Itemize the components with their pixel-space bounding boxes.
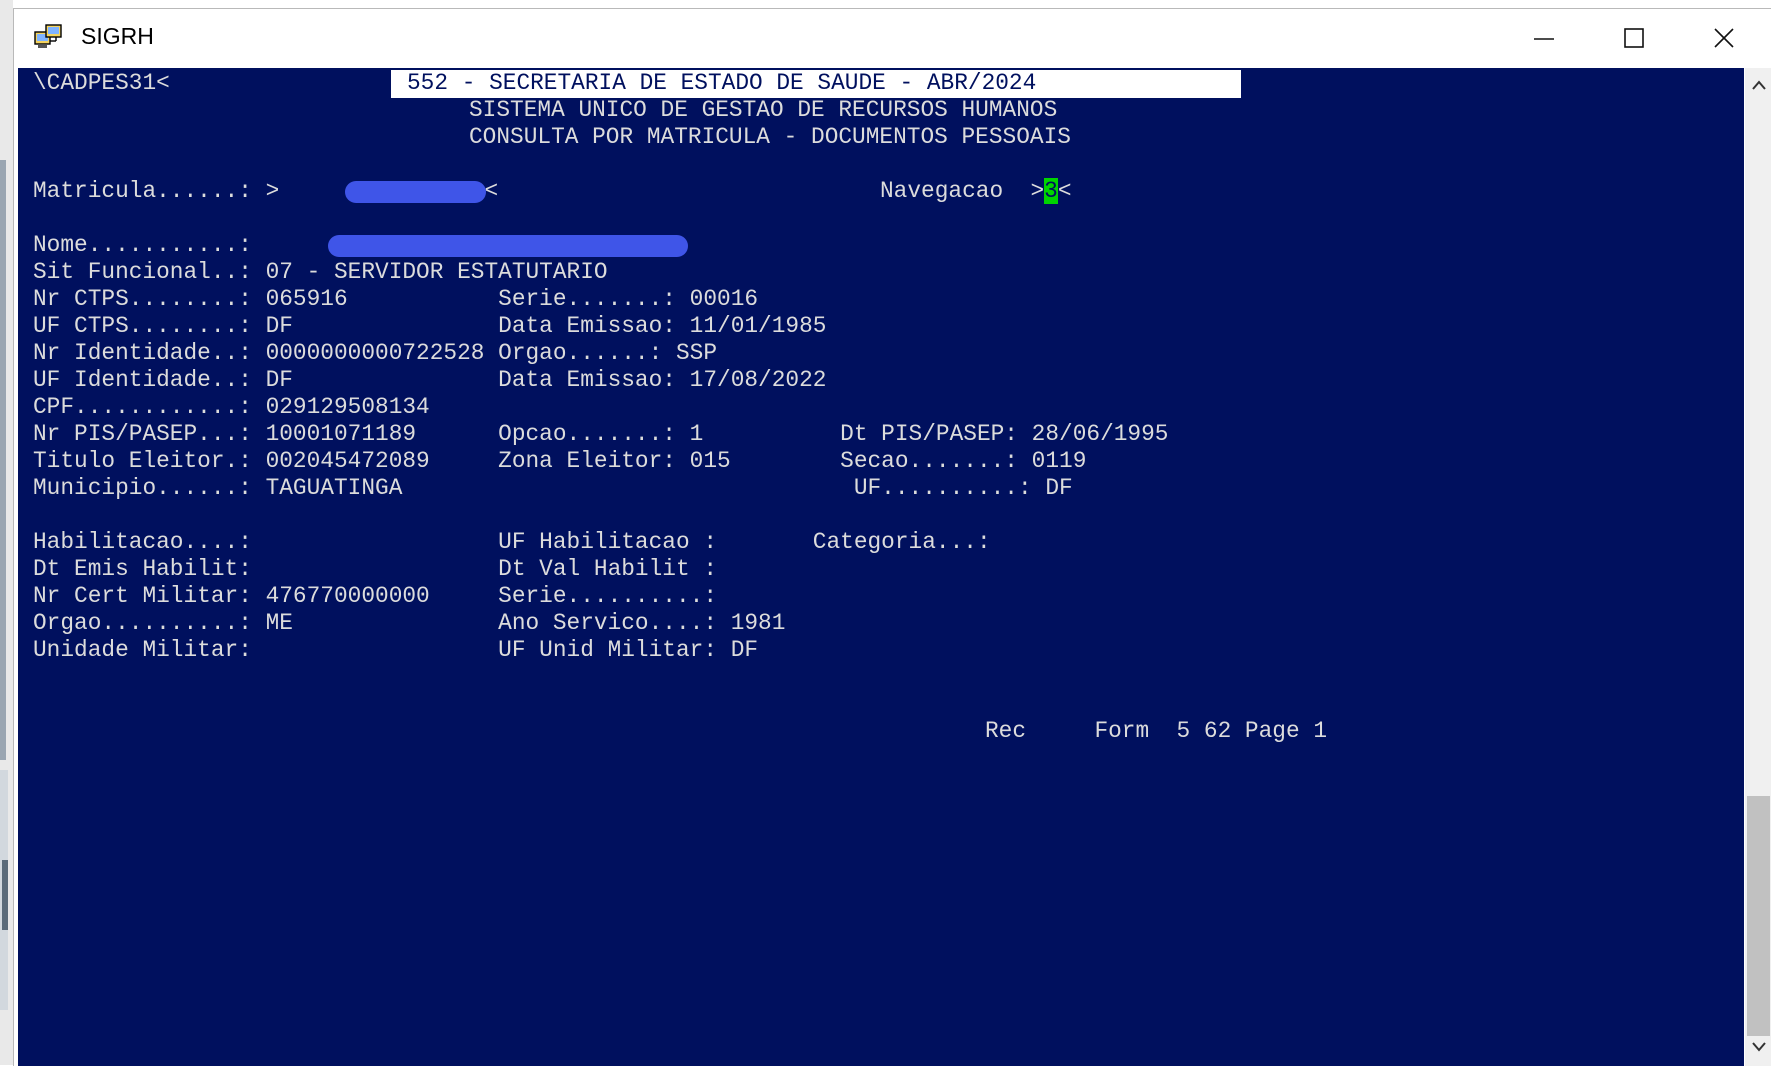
dt-emis-habilit-line: Dt Emis Habilit: Dt Val Habilit : <box>33 556 718 582</box>
title-bar[interactable]: SIGRH <box>14 9 1771 67</box>
uf-identidade-line: UF Identidade..: DF Data Emissao: 17/08/… <box>33 367 827 393</box>
sit-funcional-line: Sit Funcional..: 07 - SERVIDOR ESTATUTAR… <box>33 259 608 285</box>
chevron-up-icon <box>1751 80 1766 90</box>
cert-militar-line: Nr Cert Militar: 476770000000 Serie.....… <box>33 583 718 609</box>
vertical-scrollbar[interactable] <box>1745 68 1771 1066</box>
redacted-nome <box>328 235 688 257</box>
identidade-line: Nr Identidade..: 0000000000722528 Orgao.… <box>33 340 718 366</box>
navegacao-label: Navegacao > <box>880 178 1045 204</box>
titulo-eleitor-line: Titulo Eleitor.: 002045472089 Zona Eleit… <box>33 448 1087 474</box>
maximize-icon <box>1624 28 1644 48</box>
close-button[interactable] <box>1679 9 1769 67</box>
sigrh-app-icon[interactable] <box>34 23 64 51</box>
header-system-name: SISTEMA UNICO DE GESTAO DE RECURSOS HUMA… <box>469 97 1058 123</box>
desktop-edge <box>2 860 8 930</box>
habilitacao-line: Habilitacao....: UF Habilitacao : Catego… <box>33 529 991 555</box>
ctps-line: Nr CTPS........: 065916 Serie.......: 00… <box>33 286 759 312</box>
header-title: 552 - SECRETARIA DE ESTADO DE SAUDE - AB… <box>407 70 1037 96</box>
status-line: Rec Form 5 62 Page 1 <box>985 718 1328 744</box>
maximize-button[interactable] <box>1589 9 1679 67</box>
program-name: \CADPES31< <box>33 70 170 96</box>
chevron-down-icon <box>1751 1042 1766 1052</box>
scroll-thumb[interactable] <box>1747 796 1770 1036</box>
minimize-button[interactable] <box>1499 9 1589 67</box>
orgao-line: Orgao..........: ME Ano Servico....: 198… <box>33 610 786 636</box>
desktop-background <box>0 0 13 1065</box>
matricula-label: Matricula......: > <box>33 178 280 204</box>
cpf-line: CPF............: 029129508134 <box>33 394 430 420</box>
nome-label: Nome...........: <box>33 232 252 258</box>
navegacao-end: < <box>1057 178 1072 204</box>
terminal-screen[interactable]: \CADPES31< 552 - SECRETARIA DE ESTADO DE… <box>18 68 1744 1066</box>
navegacao-value[interactable]: 3 <box>1044 178 1058 204</box>
close-icon <box>1714 28 1734 48</box>
minimize-icon <box>1534 38 1554 40</box>
matricula-end: < <box>484 178 499 204</box>
uf-ctps-line: UF CTPS........: DF Data Emissao: 11/01/… <box>33 313 827 339</box>
scroll-down-button[interactable] <box>1745 1034 1771 1060</box>
header-screen-name: CONSULTA POR MATRICULA - DOCUMENTOS PESS… <box>469 124 1071 150</box>
redacted-matricula <box>345 181 486 203</box>
navegacao-field[interactable]: Navegacao >3< <box>880 178 1072 205</box>
desktop-edge <box>0 160 6 760</box>
scroll-up-button[interactable] <box>1745 72 1771 98</box>
window-title: SIGRH <box>81 23 154 49</box>
sigrh-window: SIGRH \CADPES31< 552 - SECRETARIA DE EST… <box>13 8 1771 1066</box>
municipio-line: Municipio......: TAGUATINGA UF..........… <box>33 475 1073 501</box>
unidade-militar-line: Unidade Militar: UF Unid Militar: DF <box>33 637 759 663</box>
pis-pasep-line: Nr PIS/PASEP...: 10001071189 Opcao......… <box>33 421 1169 447</box>
